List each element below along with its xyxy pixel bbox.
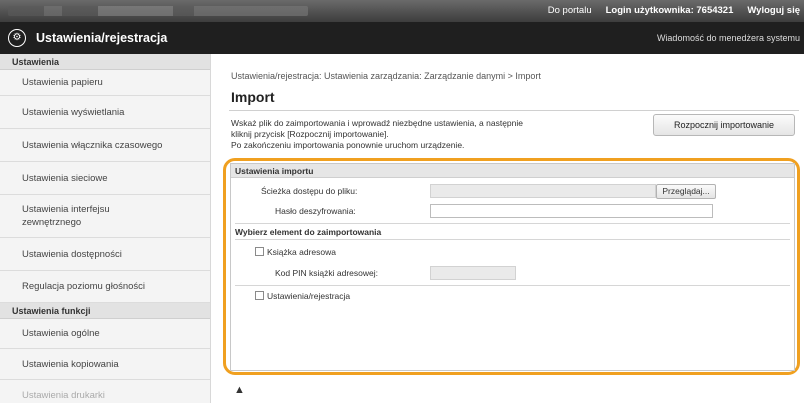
sidebar-item-network[interactable]: Ustawienia sieciowe	[0, 162, 210, 195]
description: Wskaż plik do zaimportowania i wprowadź …	[231, 118, 631, 151]
breadcrumb: Ustawienia/rejestracja: Ustawienia zarzą…	[231, 71, 541, 81]
start-import-button[interactable]: Rozpocznij importowanie	[653, 114, 795, 136]
sidebar-section-settings: Ustawienia	[0, 54, 210, 70]
panel-title: Ustawienia importu	[231, 164, 794, 178]
import-settings-panel: Ustawienia importu Ścieżka dostępu do pl…	[230, 163, 795, 371]
login-user-text: Login użytkownika: 7654321	[605, 5, 734, 16]
settings-logo-icon: ⚙	[8, 29, 26, 47]
page-app-title: Ustawienia/rejestracja	[36, 31, 168, 45]
sidebar-item-general[interactable]: Ustawienia ogólne	[0, 319, 210, 349]
pin-field[interactable]	[430, 266, 516, 280]
sidebar-item-volume[interactable]: Regulacja poziomu głośności	[0, 271, 210, 303]
address-book-label: Książka adresowa	[267, 247, 336, 257]
description-line-2: kliknij przycisk [Rozpocznij importowani…	[231, 129, 389, 139]
password-label: Hasło deszyfrowania:	[275, 206, 356, 216]
section-divider-2	[235, 239, 790, 240]
sidebar-item-display[interactable]: Ustawienia wyświetlania	[0, 96, 210, 129]
description-line-3: Po zakończeniu importowania ponownie uru…	[231, 140, 465, 150]
logout-link[interactable]: Wyloguj się	[747, 5, 800, 16]
title-bar: ⚙ Ustawienia/rejestracja Wiadomość do me…	[0, 22, 804, 54]
main-content: Ustawienia/rejestracja: Ustawienia zarzą…	[212, 54, 804, 403]
address-book-checkbox[interactable]	[255, 247, 264, 256]
section-divider	[235, 223, 790, 224]
file-path-label: Ścieżka dostępu do pliku:	[261, 186, 358, 196]
password-field[interactable]	[430, 204, 713, 218]
page-title: Import	[231, 89, 275, 105]
sidebar: Ustawienia Ustawienia papieru Ustawienia…	[0, 54, 211, 403]
sidebar-item-accessibility[interactable]: Ustawienia dostępności	[0, 238, 210, 271]
settings-registration-label: Ustawienia/rejestracja	[267, 291, 351, 301]
sidebar-item-printer[interactable]: Ustawienia drukarki	[0, 380, 210, 410]
sidebar-section-functions: Ustawienia funkcji	[0, 303, 210, 319]
blurred-device-info	[8, 6, 308, 16]
description-line-1: Wskaż plik do zaimportowania i wprowadź …	[231, 118, 523, 128]
message-to-admin-link[interactable]: Wiadomość do menedżera systemu	[657, 33, 800, 43]
top-bar: Do portalu Login użytkownika: 7654321 Wy…	[0, 0, 804, 22]
sidebar-item-timer[interactable]: Ustawienia włącznika czasowego	[0, 129, 210, 162]
sidebar-item-external-interface[interactable]: Ustawienia interfejsu zewnętrznego	[0, 195, 210, 238]
file-path-field[interactable]	[430, 184, 656, 198]
settings-registration-checkbox[interactable]	[255, 291, 264, 300]
portal-link[interactable]: Do portalu	[548, 5, 592, 16]
top-links: Do portalu Login użytkownika: 7654321 Wy…	[548, 5, 800, 16]
select-items-heading: Wybierz element do zaimportowania	[235, 227, 382, 237]
sidebar-item-paper[interactable]: Ustawienia papieru	[0, 70, 210, 96]
pin-label: Kod PIN książki adresowej:	[275, 268, 378, 278]
sidebar-item-copy[interactable]: Ustawienia kopiowania	[0, 349, 210, 380]
back-to-top-icon[interactable]: ▲	[234, 384, 245, 396]
section-divider-3	[235, 285, 790, 286]
browse-button[interactable]: Przeglądaj...	[656, 184, 716, 199]
title-divider	[229, 110, 799, 111]
